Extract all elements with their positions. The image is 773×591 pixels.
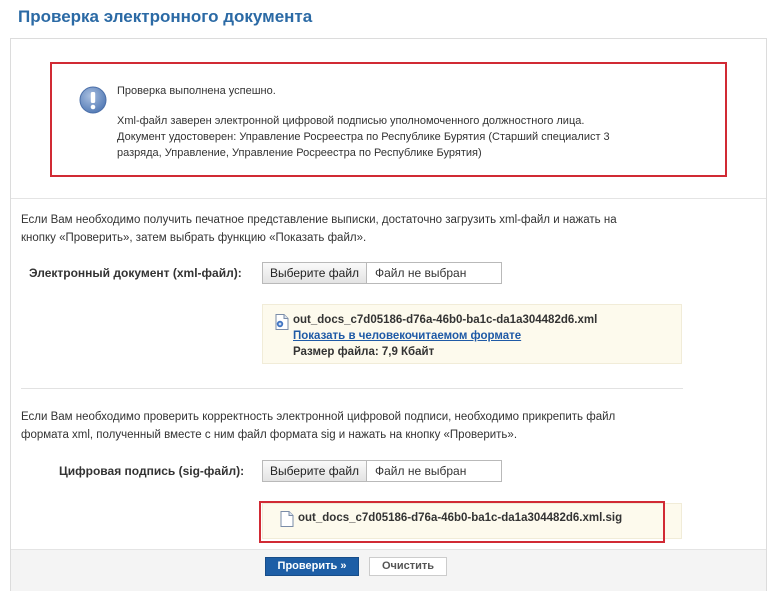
xml-file-status: Файл не выбран [375,266,467,280]
sig-file-highlight [259,501,665,543]
result-certified-line-2: разряда, Управление, Управление Росреест… [117,147,482,159]
result-status: Проверка выполнена успешно. [117,85,276,97]
verification-result-box: Проверка выполнена успешно. Xml-файл зав… [50,62,727,177]
xml-file-name: out_docs_c7d05186-d76a-46b0-ba1c-da1a304… [293,314,598,326]
sig-instruction-line-2: формата xml, полученный вместе с ним фай… [21,429,518,441]
info-icon [79,86,107,114]
xml-instruction-line-1: Если Вам необходимо получить печатное пр… [21,214,617,226]
check-button[interactable]: Проверить » [265,557,359,576]
page-title: Проверка электронного документа [18,7,313,26]
sig-choose-file-button[interactable]: Выберите файл [263,461,368,481]
xml-file-size: Размер файла: 7,9 Кбайт [293,346,435,358]
xml-document-icon [275,314,289,330]
sig-file-input[interactable]: Выберите файл Файл не выбран [262,460,502,482]
sig-file-label: Цифровая подпись (sig-файл): [59,464,245,478]
xml-file-input[interactable]: Выберите файл Файл не выбран [262,262,502,284]
sig-file-status: Файл не выбран [375,464,467,478]
result-signature-line: Xml-файл заверен электронной цифровой по… [117,115,585,127]
sig-instruction-line-1: Если Вам необходимо проверить корректнос… [21,411,616,423]
section-divider [21,388,683,389]
xml-file-card: out_docs_c7d05186-d76a-46b0-ba1c-da1a304… [262,304,682,364]
divider [11,198,766,199]
result-certified-line: Документ удостоверен: Управление Росреес… [117,131,610,143]
xml-instruction: Если Вам необходимо получить печатное пр… [21,211,721,247]
xml-instruction-line-2: кнопку «Проверить», затем выбрать функци… [21,232,367,244]
xml-file-label: Электронный документ (xml-файл): [29,266,242,280]
sig-instruction: Если Вам необходимо проверить корректнос… [21,408,721,444]
xml-choose-file-button[interactable]: Выберите файл [263,263,368,283]
show-readable-format-link[interactable]: Показать в человекочитаемом формате [293,330,521,342]
clear-button[interactable]: Очистить [369,557,447,576]
